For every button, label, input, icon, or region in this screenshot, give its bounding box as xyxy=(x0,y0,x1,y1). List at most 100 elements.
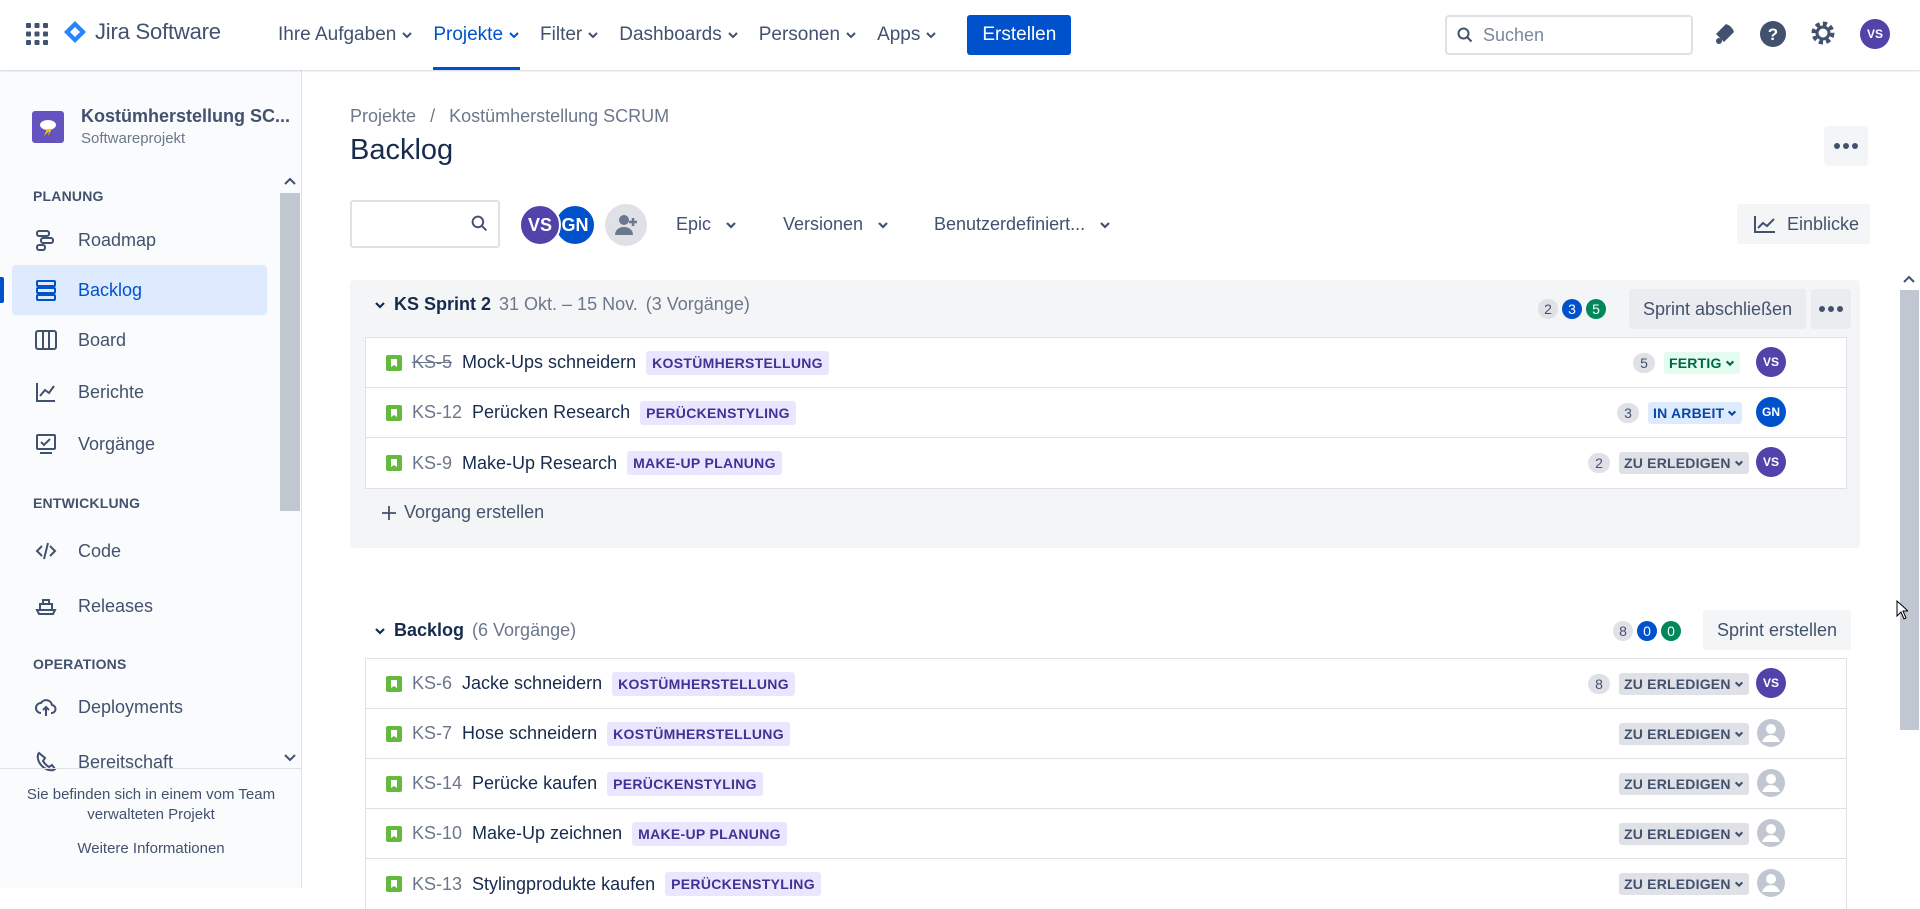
chevron-down-icon xyxy=(1728,410,1737,417)
story-points: 5 xyxy=(1633,353,1655,373)
count-in-progress: 0 xyxy=(1637,621,1657,641)
issue-key[interactable]: KS-7 xyxy=(412,723,452,744)
sprint-issue-list: KS-5 Mock-Ups schneidern KOSTÜMHERSTELLU… xyxy=(365,337,1847,489)
releases-icon xyxy=(35,599,57,615)
backlog-issue-list: KS-6 Jacke schneidern KOSTÜMHERSTELLUNG … xyxy=(365,658,1847,909)
project-header[interactable]: Kostümherstellung SC... Softwareprojekt xyxy=(32,106,290,147)
chevron-down-icon xyxy=(375,301,385,309)
status-dropdown[interactable]: ZU ERLEDIGEN xyxy=(1619,823,1749,845)
plus-icon xyxy=(382,505,396,520)
sidebar-item-deployments[interactable]: Deployments xyxy=(12,682,267,732)
epic-badge: KOSTÜMHERSTELLUNG xyxy=(646,350,829,375)
issue-key[interactable]: KS-5 xyxy=(412,352,452,373)
issue-key[interactable]: KS-14 xyxy=(412,773,462,794)
issue-row[interactable]: KS-12 Perücken Research PERÜCKENSTYLING … xyxy=(366,388,1846,438)
nav-your-work[interactable]: Ihre Aufgaben xyxy=(270,0,421,70)
breadcrumb-project[interactable]: Kostümherstellung SCRUM xyxy=(449,106,669,126)
nav-people[interactable]: Personen xyxy=(751,0,865,70)
sidebar-item-backlog[interactable]: Backlog xyxy=(0,265,267,315)
issue-row[interactable]: KS-13 Stylingprodukte kaufen PERÜCKENSTY… xyxy=(366,859,1846,909)
chevron-down-icon xyxy=(402,32,413,39)
status-dropdown[interactable]: ZU ERLEDIGEN xyxy=(1619,673,1749,695)
sidebar-item-board[interactable]: Board xyxy=(12,315,267,365)
main-scrollbar[interactable] xyxy=(1899,270,1920,888)
section-operations: OPERATIONS xyxy=(33,656,127,672)
user-avatar[interactable]: VS xyxy=(1860,19,1890,49)
issue-row[interactable]: KS-10 Make-Up zeichnen MAKE-UP PLANUNG Z… xyxy=(366,809,1846,859)
project-type: Softwareprojekt xyxy=(81,130,186,147)
create-sprint-button[interactable]: Sprint erstellen xyxy=(1703,610,1852,650)
create-button[interactable]: Erstellen xyxy=(967,15,1072,55)
issue-key[interactable]: KS-13 xyxy=(412,874,462,895)
assignee-avatar[interactable]: GN xyxy=(1756,397,1786,427)
search-input[interactable]: Suchen xyxy=(1445,15,1693,55)
status-dropdown[interactable]: ZU ERLEDIGEN xyxy=(1619,452,1749,474)
epic-badge: KOSTÜMHERSTELLUNG xyxy=(607,721,790,746)
unassigned-avatar-icon[interactable] xyxy=(1756,768,1786,798)
notifications-icon[interactable] xyxy=(1712,20,1738,48)
sprint-header[interactable]: KS Sprint 2 31 Okt. – 15 Nov. (3 Vorgäng… xyxy=(374,294,750,315)
status-dropdown[interactable]: FERTIG xyxy=(1664,352,1740,374)
add-people-icon[interactable] xyxy=(605,204,647,246)
epic-badge: PERÜCKENSTYLING xyxy=(665,872,821,896)
status-dropdown[interactable]: ZU ERLEDIGEN xyxy=(1619,873,1749,895)
status-dropdown[interactable]: IN ARBEIT xyxy=(1648,402,1743,424)
assignee-avatar[interactable]: VS xyxy=(1756,668,1786,698)
sprint-more-button[interactable] xyxy=(1811,289,1851,329)
settings-gear-icon[interactable] xyxy=(1810,20,1836,46)
sidebar-item-code[interactable]: Code xyxy=(12,526,267,576)
issue-row[interactable]: KS-5 Mock-Ups schneidern KOSTÜMHERSTELLU… xyxy=(366,338,1846,388)
story-icon xyxy=(386,404,402,421)
insights-button[interactable]: Einblicke xyxy=(1737,204,1870,244)
issue-key[interactable]: KS-10 xyxy=(412,823,462,844)
status-dropdown[interactable]: ZU ERLEDIGEN xyxy=(1619,723,1749,745)
custom-filter[interactable]: Benutzerdefiniert... xyxy=(934,214,1111,235)
sidebar-item-releases[interactable]: Releases xyxy=(12,581,267,631)
unassigned-avatar-icon[interactable] xyxy=(1756,718,1786,748)
issue-key[interactable]: KS-12 xyxy=(412,402,462,423)
chevron-down-icon xyxy=(588,32,598,39)
nav-apps[interactable]: Apps xyxy=(869,0,945,70)
breadcrumb-projects[interactable]: Projekte xyxy=(350,106,416,126)
issue-summary: Stylingprodukte kaufen xyxy=(472,873,656,894)
app-switcher-icon[interactable] xyxy=(26,23,48,45)
complete-sprint-button[interactable]: Sprint abschließen xyxy=(1629,289,1807,329)
issue-summary: Make-Up Research xyxy=(462,452,618,473)
assignee-avatar[interactable]: VS xyxy=(1756,347,1786,377)
filter-avatar-vs[interactable]: VS xyxy=(519,204,561,246)
page-more-button[interactable] xyxy=(1824,126,1868,166)
jira-logo[interactable]: Jira Software xyxy=(63,19,221,45)
story-points: 2 xyxy=(1588,453,1610,473)
issue-row[interactable]: KS-14 Perücke kaufen PERÜCKENSTYLING ZU … xyxy=(366,759,1846,809)
nav-projects[interactable]: Projekte xyxy=(425,0,528,70)
issue-row[interactable]: KS-6 Jacke schneidern KOSTÜMHERSTELLUNG … xyxy=(366,659,1846,709)
issue-row[interactable]: KS-9 Make-Up Research MAKE-UP PLANUNG 2 … xyxy=(366,438,1846,488)
chevron-down-icon xyxy=(509,32,519,39)
versions-filter[interactable]: Versionen xyxy=(783,214,889,235)
issue-key[interactable]: KS-9 xyxy=(412,453,452,474)
issue-key[interactable]: KS-6 xyxy=(412,673,452,694)
issue-row[interactable]: KS-7 Hose schneidern KOSTÜMHERSTELLUNG Z… xyxy=(366,709,1846,759)
epic-filter[interactable]: Epic xyxy=(676,214,737,235)
count-todo: 8 xyxy=(1613,621,1633,641)
sidebar-item-roadmap[interactable]: Roadmap xyxy=(12,215,267,265)
create-issue-button[interactable]: Vorgang erstellen xyxy=(382,502,544,523)
chevron-down-icon xyxy=(926,32,937,39)
chevron-down-icon xyxy=(728,32,738,39)
unassigned-avatar-icon[interactable] xyxy=(1756,868,1786,898)
sidebar-item-reports[interactable]: Berichte xyxy=(12,367,267,417)
sidebar-scrollbar[interactable] xyxy=(279,170,301,770)
insights-chart-icon xyxy=(1754,216,1775,233)
assignee-avatar[interactable]: VS xyxy=(1756,447,1786,477)
help-icon[interactable]: ? xyxy=(1760,21,1786,47)
unassigned-avatar-icon[interactable] xyxy=(1756,818,1786,848)
nav-filters[interactable]: Filter xyxy=(532,0,607,70)
backlog-header[interactable]: Backlog (6 Vorgänge) xyxy=(374,620,576,641)
backlog-search-input[interactable] xyxy=(350,200,500,248)
sidebar-item-issues[interactable]: Vorgänge xyxy=(12,419,267,469)
project-name: Kostümherstellung SC... xyxy=(81,106,291,126)
more-info-link[interactable]: Weitere Informationen xyxy=(0,839,302,859)
count-in-progress: 3 xyxy=(1562,299,1582,319)
status-dropdown[interactable]: ZU ERLEDIGEN xyxy=(1619,773,1749,795)
nav-dashboards[interactable]: Dashboards xyxy=(611,0,746,70)
